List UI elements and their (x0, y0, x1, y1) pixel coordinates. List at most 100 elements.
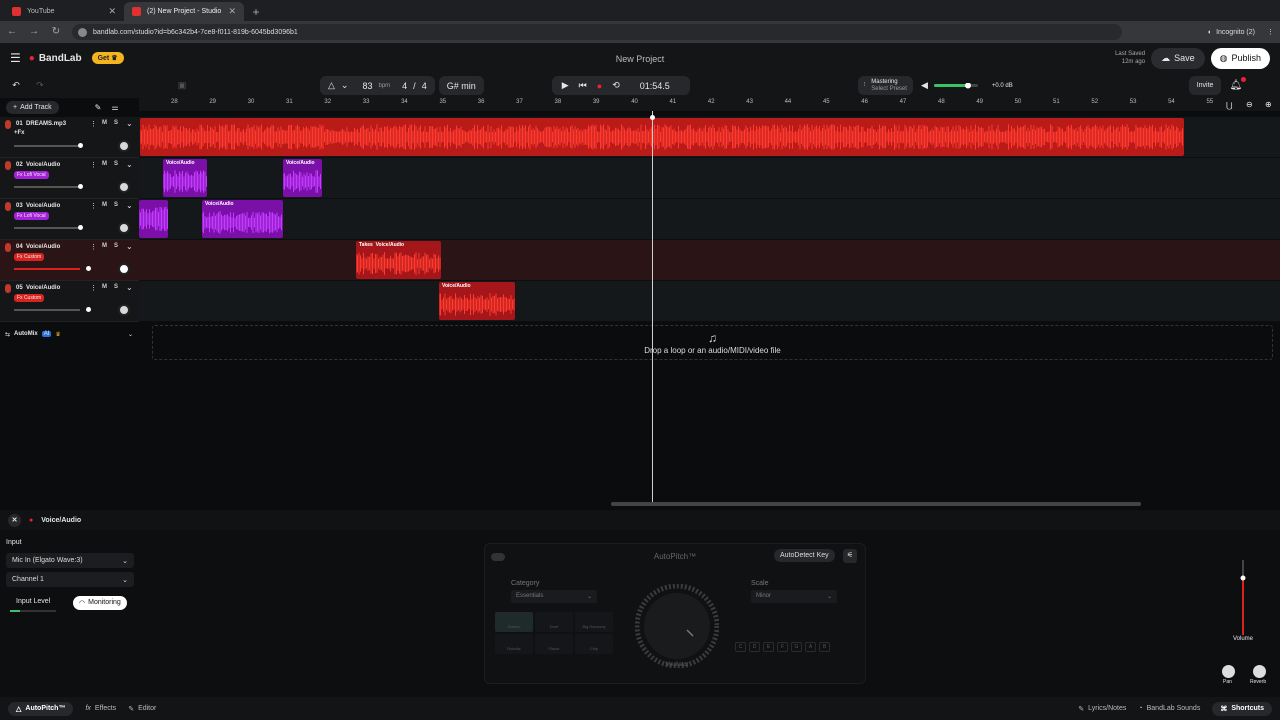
tab-editor[interactable]: ✎ Editor (128, 705, 156, 713)
track-header[interactable]: 05 Voice/Audio Fx Custom ⋮ M S ⌄ (0, 281, 139, 322)
speaker-icon[interactable]: ◀︎ (921, 80, 928, 91)
track-lane[interactable] (139, 281, 1280, 322)
track-menu-icon[interactable]: ⋮ (90, 202, 97, 210)
preset-button[interactable]: Classic (495, 612, 533, 632)
autodetect-key-button[interactable]: AutoDetect Key (774, 549, 835, 562)
track-lane[interactable] (139, 199, 1280, 240)
preset-button[interactable]: Chip (575, 634, 613, 654)
mute-button[interactable]: M (102, 284, 107, 290)
solo-button[interactable]: S (114, 161, 118, 167)
scale-select[interactable]: Minor ⌄ (751, 590, 837, 603)
site-info-icon[interactable] (78, 27, 87, 37)
tab-effects[interactable]: fx Effects (85, 705, 116, 712)
track-pan-knob[interactable] (118, 140, 130, 152)
playhead-handle[interactable] (650, 115, 655, 120)
input-device-select[interactable]: Mic In (Elgato Wave:3) ⌄ (6, 553, 134, 568)
mute-button[interactable]: M (102, 120, 107, 126)
record-arm-icon[interactable] (5, 243, 11, 252)
track-options-icon[interactable]: ⚌ (111, 103, 118, 112)
track-name[interactable]: 01 DREAMS.mp3 (16, 121, 66, 127)
loop-icon[interactable]: ⟲ (612, 80, 620, 91)
edit-tool-icon[interactable]: ✎ (95, 103, 102, 112)
project-title[interactable]: New Project (0, 54, 1280, 64)
audio-clip[interactable] (140, 118, 1184, 156)
record-arm-icon[interactable] (5, 120, 11, 129)
time-sig-den[interactable]: 4 (422, 81, 427, 91)
solo-button[interactable]: S (114, 120, 118, 126)
track-menu-icon[interactable]: ⋮ (90, 161, 97, 169)
incognito-indicator[interactable]: ◐ Incognito (2) ⋮ (1208, 28, 1274, 37)
reverb-knob[interactable] (1253, 665, 1266, 678)
chevron-down-icon[interactable]: ⌄ (341, 80, 349, 91)
fx-tag[interactable]: Fx Custom (14, 294, 45, 302)
magnet-icon[interactable]: ⋃ (1226, 101, 1233, 110)
track-pan-knob[interactable] (118, 263, 130, 275)
note-key[interactable]: E (763, 642, 774, 652)
mediator-knob[interactable] (635, 584, 719, 668)
browser-tab-youtube[interactable]: YouTube ✕ (4, 2, 124, 21)
timeline-ruler[interactable]: 28 29 30 31 32 33 34 35 36 37 38 39 40 41 42 43 44 45 46 47… (139, 98, 1280, 111)
track-header[interactable]: 01 DREAMS.mp3 +Fx ⋮ M S ⌄ (0, 117, 139, 158)
play-icon[interactable]: ▶ (562, 80, 569, 91)
chevron-down-icon[interactable]: ⌄ (126, 283, 133, 292)
track-volume-handle[interactable] (78, 143, 83, 148)
fx-tag[interactable]: Fx Custom (14, 253, 45, 261)
metronome-icon[interactable]: △ (328, 80, 335, 91)
track-volume-slider[interactable] (14, 145, 80, 147)
track-lane[interactable] (139, 240, 1280, 281)
get-membership-button[interactable]: Get ♛ (91, 52, 124, 64)
toggle-icon[interactable]: ▣ (174, 78, 190, 94)
track-name[interactable]: 04 Voice/Audio (16, 244, 60, 250)
mute-button[interactable]: M (102, 161, 107, 167)
tab-lyrics[interactable]: ✎ Lyrics/Notes (1078, 705, 1126, 713)
fx-tag[interactable]: +Fx (14, 130, 25, 136)
track-volume-slider[interactable] (14, 186, 80, 188)
audio-clip[interactable]: Takes Voice/Audio (356, 241, 441, 279)
zoom-in-icon[interactable]: ⊕ (1265, 100, 1272, 109)
record-icon[interactable]: ● (597, 81, 602, 91)
solo-button[interactable]: S (114, 202, 118, 208)
track-menu-icon[interactable]: ⋮ (90, 284, 97, 292)
tab-bandlab-sounds[interactable]: ◔ BandLab Sounds (1138, 705, 1200, 712)
invite-button[interactable]: Invite (1188, 76, 1222, 95)
fx-tag[interactable]: Fx Lofi Vocal (14, 212, 49, 220)
playhead[interactable] (650, 111, 655, 506)
preset-button[interactable]: Flavor (535, 634, 573, 654)
record-arm-icon[interactable] (5, 284, 11, 293)
note-key[interactable]: D (749, 642, 760, 652)
settings-sliders-icon[interactable]: ⚟ (843, 549, 857, 563)
chevron-down-icon[interactable]: ⌄ (126, 242, 133, 251)
note-key[interactable]: C (735, 642, 746, 652)
close-tab-icon[interactable]: ✕ (228, 6, 236, 17)
track-volume-handle[interactable] (86, 307, 91, 312)
track-volume-handle[interactable] (86, 266, 91, 271)
track-pan-knob[interactable] (118, 304, 130, 316)
back-icon[interactable]: ← (6, 26, 18, 38)
drop-zone[interactable]: ♫ Drop a loop or an audio/MIDI/video fil… (152, 325, 1273, 360)
note-key[interactable]: F (777, 642, 788, 652)
track-pan-knob[interactable] (118, 222, 130, 234)
chevron-down-icon[interactable]: ⌄ (126, 160, 133, 169)
close-panel-icon[interactable]: ✕ (8, 513, 21, 527)
audio-clip[interactable]: Voice/Audio (439, 282, 515, 320)
bpm-value[interactable]: 83 (362, 81, 372, 91)
bell-icon[interactable]: 🔔︎ (1229, 77, 1247, 91)
track-volume-handle[interactable] (78, 225, 83, 230)
note-key[interactable]: B (819, 642, 830, 652)
track-name[interactable]: 02 Voice/Audio (16, 162, 60, 168)
close-tab-icon[interactable]: ✕ (108, 6, 116, 17)
channel-select[interactable]: Channel 1 ⌄ (6, 572, 134, 587)
record-arm-icon[interactable] (5, 202, 11, 211)
track-volume-handle[interactable] (78, 184, 83, 189)
preset-button[interactable]: Big Harmony (575, 612, 613, 632)
volume-fader[interactable] (1236, 560, 1250, 635)
new-tab-icon[interactable]: + (250, 6, 262, 18)
audio-clip[interactable]: Voice/Audio (202, 200, 283, 238)
track-volume-slider[interactable] (14, 309, 80, 311)
undo-icon[interactable]: ↶ (8, 78, 24, 94)
forward-icon[interactable]: → (28, 26, 40, 38)
bandlab-logo[interactable]: ● BandLab (29, 53, 82, 64)
chevron-down-icon[interactable]: ⌄ (126, 119, 133, 128)
monitoring-button[interactable]: ◠ Monitoring (73, 596, 127, 610)
track-menu-icon[interactable]: ⋮ (90, 120, 97, 128)
